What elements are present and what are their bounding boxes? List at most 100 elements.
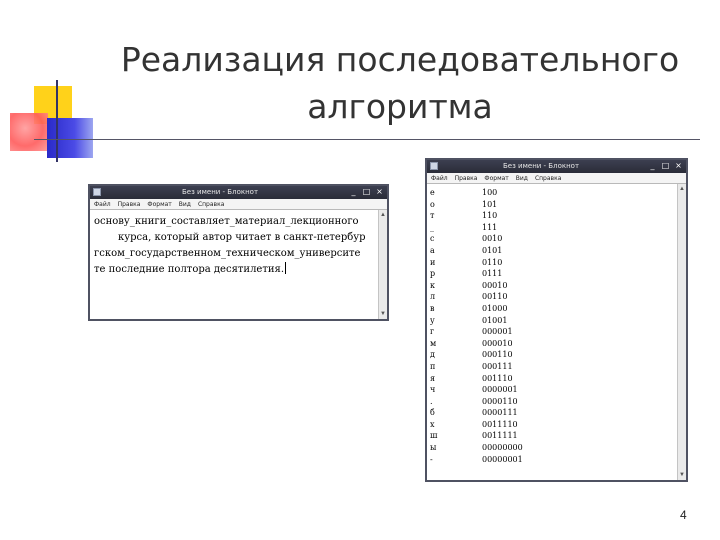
slide-title-line-2: алгоритма <box>307 87 493 126</box>
code-row: в 01000 <box>430 303 562 315</box>
code-table[interactable]: е 100 о 101 т 110 _ 111 с 0010 а 0101 и 0110 р 0111 к 000… <box>430 187 562 465</box>
code-letter: а <box>430 245 435 255</box>
code-value: 00000000 <box>482 443 523 453</box>
window-title: Без имени - Блокнот <box>503 162 580 170</box>
code-letter: . <box>430 396 433 406</box>
menu-format[interactable]: Формат <box>147 199 171 209</box>
code-row: г 000001 <box>430 326 562 338</box>
menu-help[interactable]: Справка <box>535 173 561 183</box>
menu-file[interactable]: Файл <box>94 199 111 209</box>
window-titlebar[interactable]: Без имени - Блокнот _ □ × <box>427 160 686 173</box>
code-letter: я <box>430 373 436 383</box>
code-letter: в <box>430 303 435 313</box>
code-letter: р <box>430 269 436 279</box>
code-value: 000111 <box>482 361 513 371</box>
title-divider <box>34 139 700 140</box>
code-value: 0000111 <box>482 408 518 418</box>
scroll-down-icon[interactable]: ▼ <box>380 311 386 317</box>
code-value: 0010 <box>482 234 503 244</box>
code-letter: - <box>430 454 433 464</box>
window-title: Без имени - Блокнот <box>182 188 259 196</box>
close-button[interactable]: × <box>673 161 684 171</box>
code-letter: п <box>430 361 436 371</box>
code-letter: у <box>430 315 435 325</box>
code-value: 00110 <box>482 292 508 302</box>
slide-title-line-1: Реализация последовательного <box>120 40 680 79</box>
notepad-icon <box>430 162 438 170</box>
code-letter: м <box>430 338 437 348</box>
code-row: к 00010 <box>430 280 562 292</box>
text-editor-area[interactable]: основу_книги_составляет_материал_лекцион… <box>94 214 372 278</box>
code-value: 0011110 <box>482 419 518 429</box>
menu-edit[interactable]: Правка <box>455 173 478 183</box>
window-titlebar[interactable]: Без имени - Блокнот _ □ × <box>90 186 387 199</box>
code-letter: б <box>430 408 435 418</box>
menu-view[interactable]: Вид <box>516 173 528 183</box>
code-value: 0101 <box>482 245 503 255</box>
code-letter: ы <box>430 443 437 453</box>
menu-edit[interactable]: Правка <box>118 199 141 209</box>
code-value: 0110 <box>482 257 503 267</box>
code-value: 01001 <box>482 315 508 325</box>
code-letter: д <box>430 350 435 360</box>
code-row: ы 00000000 <box>430 442 562 454</box>
code-row: т 110 <box>430 210 562 222</box>
vertical-scrollbar[interactable]: ▲ ▼ <box>378 210 387 319</box>
maximize-button[interactable]: □ <box>660 161 671 171</box>
menu-view[interactable]: Вид <box>179 199 191 209</box>
code-row: л 00110 <box>430 291 562 303</box>
minimize-button[interactable]: _ <box>348 187 359 197</box>
code-letter: о <box>430 199 435 209</box>
menu-help[interactable]: Справка <box>198 199 224 209</box>
code-row: х 0011110 <box>430 419 562 431</box>
code-value: 000010 <box>482 338 513 348</box>
code-letter: х <box>430 419 435 429</box>
menu-format[interactable]: Формат <box>484 173 508 183</box>
code-value: 0000001 <box>482 385 518 395</box>
scroll-up-icon[interactable]: ▲ <box>380 212 386 218</box>
code-letter: л <box>430 292 436 302</box>
vertical-scrollbar[interactable]: ▲ ▼ <box>677 184 686 480</box>
code-letter: и <box>430 257 436 267</box>
close-button[interactable]: × <box>374 187 385 197</box>
code-row: я 001110 <box>430 373 562 385</box>
code-row: . 0000110 <box>430 396 562 408</box>
code-row: б 0000111 <box>430 407 562 419</box>
code-row: а 0101 <box>430 245 562 257</box>
code-row: р 0111 <box>430 268 562 280</box>
menu-file[interactable]: Файл <box>431 173 448 183</box>
code-letter: с <box>430 234 435 244</box>
scroll-up-icon[interactable]: ▲ <box>679 186 685 192</box>
code-value: 000001 <box>482 327 513 337</box>
decor-red-square <box>10 113 48 151</box>
code-letter: ч <box>430 385 436 395</box>
code-row: м 000010 <box>430 338 562 350</box>
code-letter: т <box>430 211 435 221</box>
code-row: ш 0011111 <box>430 430 562 442</box>
code-letter: е <box>430 188 435 197</box>
code-row: - 00000001 <box>430 454 562 466</box>
slide-title: Реализация последовательного алгоритма <box>100 36 700 130</box>
text-cursor <box>285 262 287 274</box>
notepad-window-text[interactable]: Без имени - Блокнот _ □ × Файл Правка Фо… <box>88 184 389 321</box>
code-letter: ш <box>430 431 438 441</box>
code-value: 00000001 <box>482 454 523 464</box>
code-row: и 0110 <box>430 257 562 269</box>
code-row: с 0010 <box>430 233 562 245</box>
maximize-button[interactable]: □ <box>361 187 372 197</box>
code-row: у 01001 <box>430 315 562 327</box>
menu-bar: Файл Правка Формат Вид Справка <box>427 173 686 184</box>
code-value: 01000 <box>482 303 508 313</box>
scroll-down-icon[interactable]: ▼ <box>679 472 685 478</box>
minimize-button[interactable]: _ <box>647 161 658 171</box>
notepad-icon <box>93 188 101 196</box>
code-value: 101 <box>482 199 498 209</box>
code-value: 001110 <box>482 373 513 383</box>
code-value: 0111 <box>482 269 503 279</box>
notepad-window-codes[interactable]: Без имени - Блокнот _ □ × Файл Правка Фо… <box>425 158 688 482</box>
menu-bar: Файл Правка Формат Вид Справка <box>90 199 387 210</box>
text-line-last: те последние полтора десятилетия. <box>94 262 372 278</box>
code-value: 000110 <box>482 350 513 360</box>
code-row: ч 0000001 <box>430 384 562 396</box>
code-value: 00010 <box>482 280 508 290</box>
